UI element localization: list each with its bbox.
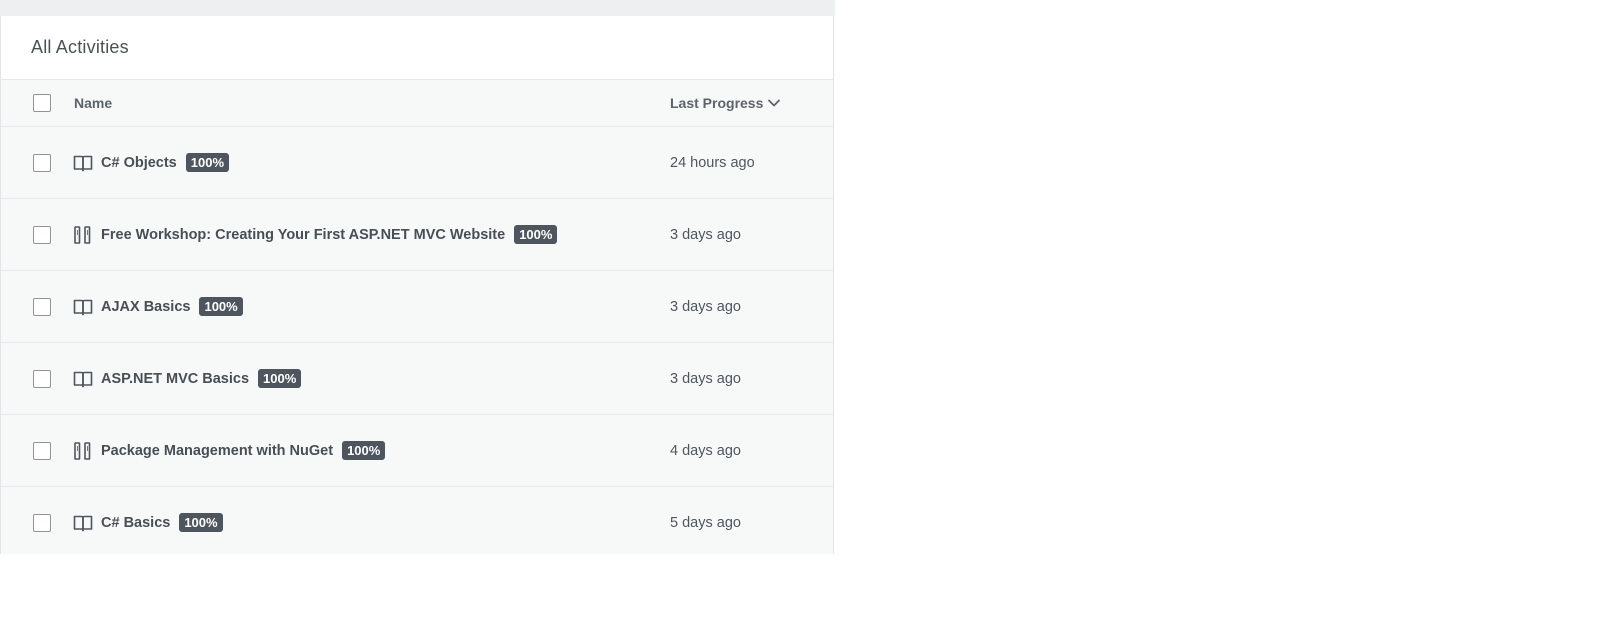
activities-panel: All Activities Name Last Progress C# Obj…	[0, 16, 834, 554]
activity-title[interactable]: Free Workshop: Creating Your First ASP.N…	[101, 227, 505, 243]
progress-badge: 100%	[185, 153, 229, 172]
activity-title[interactable]: C# Basics	[101, 515, 170, 531]
row-checkbox[interactable]	[33, 441, 51, 460]
row-checkbox[interactable]	[33, 297, 51, 316]
table-row[interactable]: Free Workshop: Creating Your First ASP.N…	[1, 199, 833, 271]
column-header-last-progress[interactable]: Last Progress	[670, 95, 781, 111]
table-header: Name Last Progress	[1, 80, 833, 127]
book-icon	[73, 153, 93, 173]
table-row[interactable]: C# Basics 100% 5 days ago	[1, 487, 833, 554]
panel-title: All Activities	[31, 37, 129, 57]
last-progress-time: 3 days ago	[670, 298, 741, 315]
activity-title[interactable]: ASP.NET MVC Basics	[101, 371, 249, 387]
activity-title-group: Free Workshop: Creating Your First ASP.N…	[101, 225, 558, 244]
activities-list: C# Objects 100% 24 hours ago Free Worksh…	[1, 127, 833, 554]
activity-title-group: ASP.NET MVC Basics 100%	[101, 369, 302, 388]
activity-title-group: AJAX Basics 100%	[101, 297, 243, 316]
select-all-checkbox[interactable]	[33, 94, 51, 112]
book-icon	[73, 297, 93, 317]
panel-header: All Activities	[1, 16, 833, 80]
last-progress-time: 24 hours ago	[670, 154, 755, 171]
table-row[interactable]: ASP.NET MVC Basics 100% 3 days ago	[1, 343, 833, 415]
book-icon	[73, 513, 93, 533]
activity-title-group: C# Basics 100%	[101, 513, 223, 532]
chevron-down-icon	[768, 99, 781, 107]
activity-title-group: C# Objects 100%	[101, 153, 229, 172]
progress-badge: 100%	[514, 225, 558, 244]
row-checkbox[interactable]	[33, 369, 51, 388]
row-checkbox[interactable]	[33, 513, 51, 532]
table-row[interactable]: Package Management with NuGet 100% 4 day…	[1, 415, 833, 487]
column-header-last-progress-label: Last Progress	[670, 95, 764, 111]
table-row[interactable]: AJAX Basics 100% 3 days ago	[1, 271, 833, 343]
progress-badge: 100%	[342, 441, 386, 460]
activity-title[interactable]: Package Management with NuGet	[101, 443, 333, 459]
progress-badge: 100%	[258, 369, 302, 388]
row-checkbox[interactable]	[33, 153, 51, 172]
progress-badge: 100%	[179, 513, 223, 532]
last-progress-time: 3 days ago	[670, 226, 741, 243]
progress-badge: 100%	[199, 297, 243, 316]
row-checkbox[interactable]	[33, 225, 51, 244]
activity-title[interactable]: C# Objects	[101, 155, 177, 171]
last-progress-time: 5 days ago	[670, 514, 741, 531]
table-row[interactable]: C# Objects 100% 24 hours ago	[1, 127, 833, 199]
book-icon	[73, 369, 93, 389]
activity-title-group: Package Management with NuGet 100%	[101, 441, 386, 460]
activity-title[interactable]: AJAX Basics	[101, 299, 190, 315]
last-progress-time: 3 days ago	[670, 370, 741, 387]
workshop-icon	[73, 225, 93, 245]
last-progress-time: 4 days ago	[670, 442, 741, 459]
page-top-band	[0, 0, 835, 16]
column-header-name[interactable]: Name	[74, 95, 112, 111]
workshop-icon	[73, 441, 93, 461]
